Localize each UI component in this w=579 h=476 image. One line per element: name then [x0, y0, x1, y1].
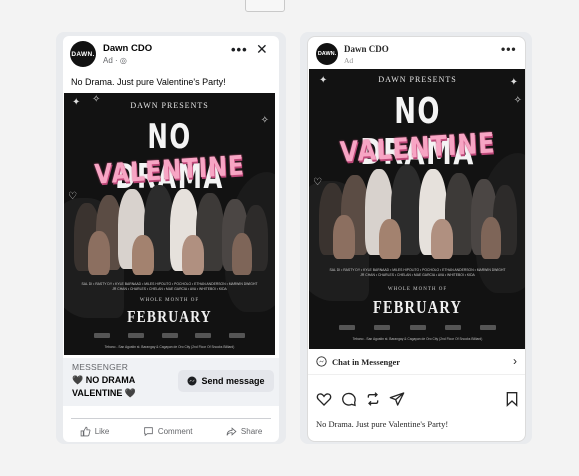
send-icon[interactable] [389, 391, 405, 407]
poster-month: FEBRUARY [372, 297, 463, 317]
poster-venue: Tebano - San Agustin st. Barangay & Caga… [352, 337, 483, 341]
top-tab[interactable] [245, 0, 285, 12]
bookmark-icon[interactable] [504, 391, 520, 407]
more-options-icon[interactable]: ••• [501, 42, 517, 56]
send-message-button[interactable]: Send message [178, 370, 274, 392]
thumbs-up-icon [80, 426, 91, 436]
sponsored-label: Ad · ◎ [103, 56, 127, 65]
post-caption: No Drama. Just pure Valentine's Party! [71, 77, 226, 87]
messenger-icon [187, 376, 197, 386]
close-icon[interactable]: ✕ [256, 41, 268, 58]
sponsor-logos [339, 325, 496, 331]
cta-title: 🖤 NO DRAMA VALENTINE 🖤 [72, 375, 137, 398]
heart-icon[interactable] [316, 391, 332, 407]
post-caption: No Drama. Just pure Valentine's Party! [316, 419, 449, 429]
sponsored-label: Ad [344, 56, 354, 65]
messenger-icon [316, 356, 327, 367]
poster-month: FEBRUARY [127, 307, 212, 326]
poster-presents: DAWN PRESENTS [378, 75, 457, 84]
share-button[interactable]: Share [226, 426, 262, 437]
avatar[interactable]: DAWN. [70, 41, 96, 67]
poster-cast-photo [72, 185, 268, 280]
poster-whole-month: WHOLE MONTH OF [139, 298, 200, 303]
chat-in-messenger-bar[interactable]: Chat in Messenger › [308, 349, 525, 375]
comment-button[interactable]: Comment [143, 426, 193, 437]
post-actions [316, 391, 520, 409]
page-name[interactable]: Dawn CDO [103, 43, 152, 54]
post-actions: Like Comment Share [63, 422, 279, 440]
like-button[interactable]: Like [80, 426, 109, 437]
cta-label: MESSENGER [72, 362, 129, 372]
facebook-preview-panel: DAWN. Dawn CDO Ad · ◎ ••• ✕ No Drama. Ju… [56, 32, 286, 444]
chevron-right-icon: › [513, 354, 517, 368]
facebook-post-header: DAWN. Dawn CDO Ad · ◎ ••• ✕ [63, 36, 279, 72]
divider [71, 418, 271, 419]
comment-icon [144, 426, 153, 436]
repost-icon[interactable] [365, 391, 381, 407]
poster-venue: Tebano - San Agustin st. Barangay & Caga… [104, 345, 235, 349]
page-name[interactable]: Dawn CDO [344, 44, 389, 54]
sparkle-icon: ✧ [513, 95, 522, 106]
poster-lineup: SAL DI • RASTY DY • KYLE BARNAAD • MILES… [81, 282, 258, 292]
poster-cast-photo [317, 165, 518, 265]
avatar[interactable]: DAWN. [316, 43, 338, 65]
sparkle-icon: ✧ [260, 115, 269, 126]
comment-icon[interactable] [341, 391, 357, 407]
instagram-ad-card: DAWN. Dawn CDO Ad ••• ✦ ✦ ✧ ♡ DAWN PRESE… [307, 36, 526, 442]
poster-whole-month: WHOLE MONTH OF [387, 287, 448, 292]
ad-poster-image[interactable]: ✦ ✧ ✧ ♡ DAWN PRESENTS NO DRAMA VALENTINE [64, 93, 275, 355]
ad-poster-image[interactable]: ✦ ✦ ✧ ♡ DAWN PRESENTS NO DRAMA VALENTINE [309, 69, 525, 349]
chat-label: Chat in Messenger [332, 356, 400, 367]
share-icon [226, 426, 237, 436]
more-options-icon[interactable]: ••• [231, 42, 248, 57]
poster-presents: DAWN PRESENTS [130, 101, 209, 110]
messenger-cta-bar: MESSENGER 🖤 NO DRAMA VALENTINE 🖤 Send me… [63, 358, 279, 406]
instagram-preview-panel: DAWN. Dawn CDO Ad ••• ✦ ✦ ✧ ♡ DAWN PRESE… [300, 32, 532, 444]
sponsor-logos [94, 333, 245, 339]
poster-lineup: SAL DI • RASTY DY • KYLE BARNAAD • MILES… [329, 268, 506, 278]
facebook-ad-card: DAWN. Dawn CDO Ad · ◎ ••• ✕ No Drama. Ju… [63, 36, 279, 442]
